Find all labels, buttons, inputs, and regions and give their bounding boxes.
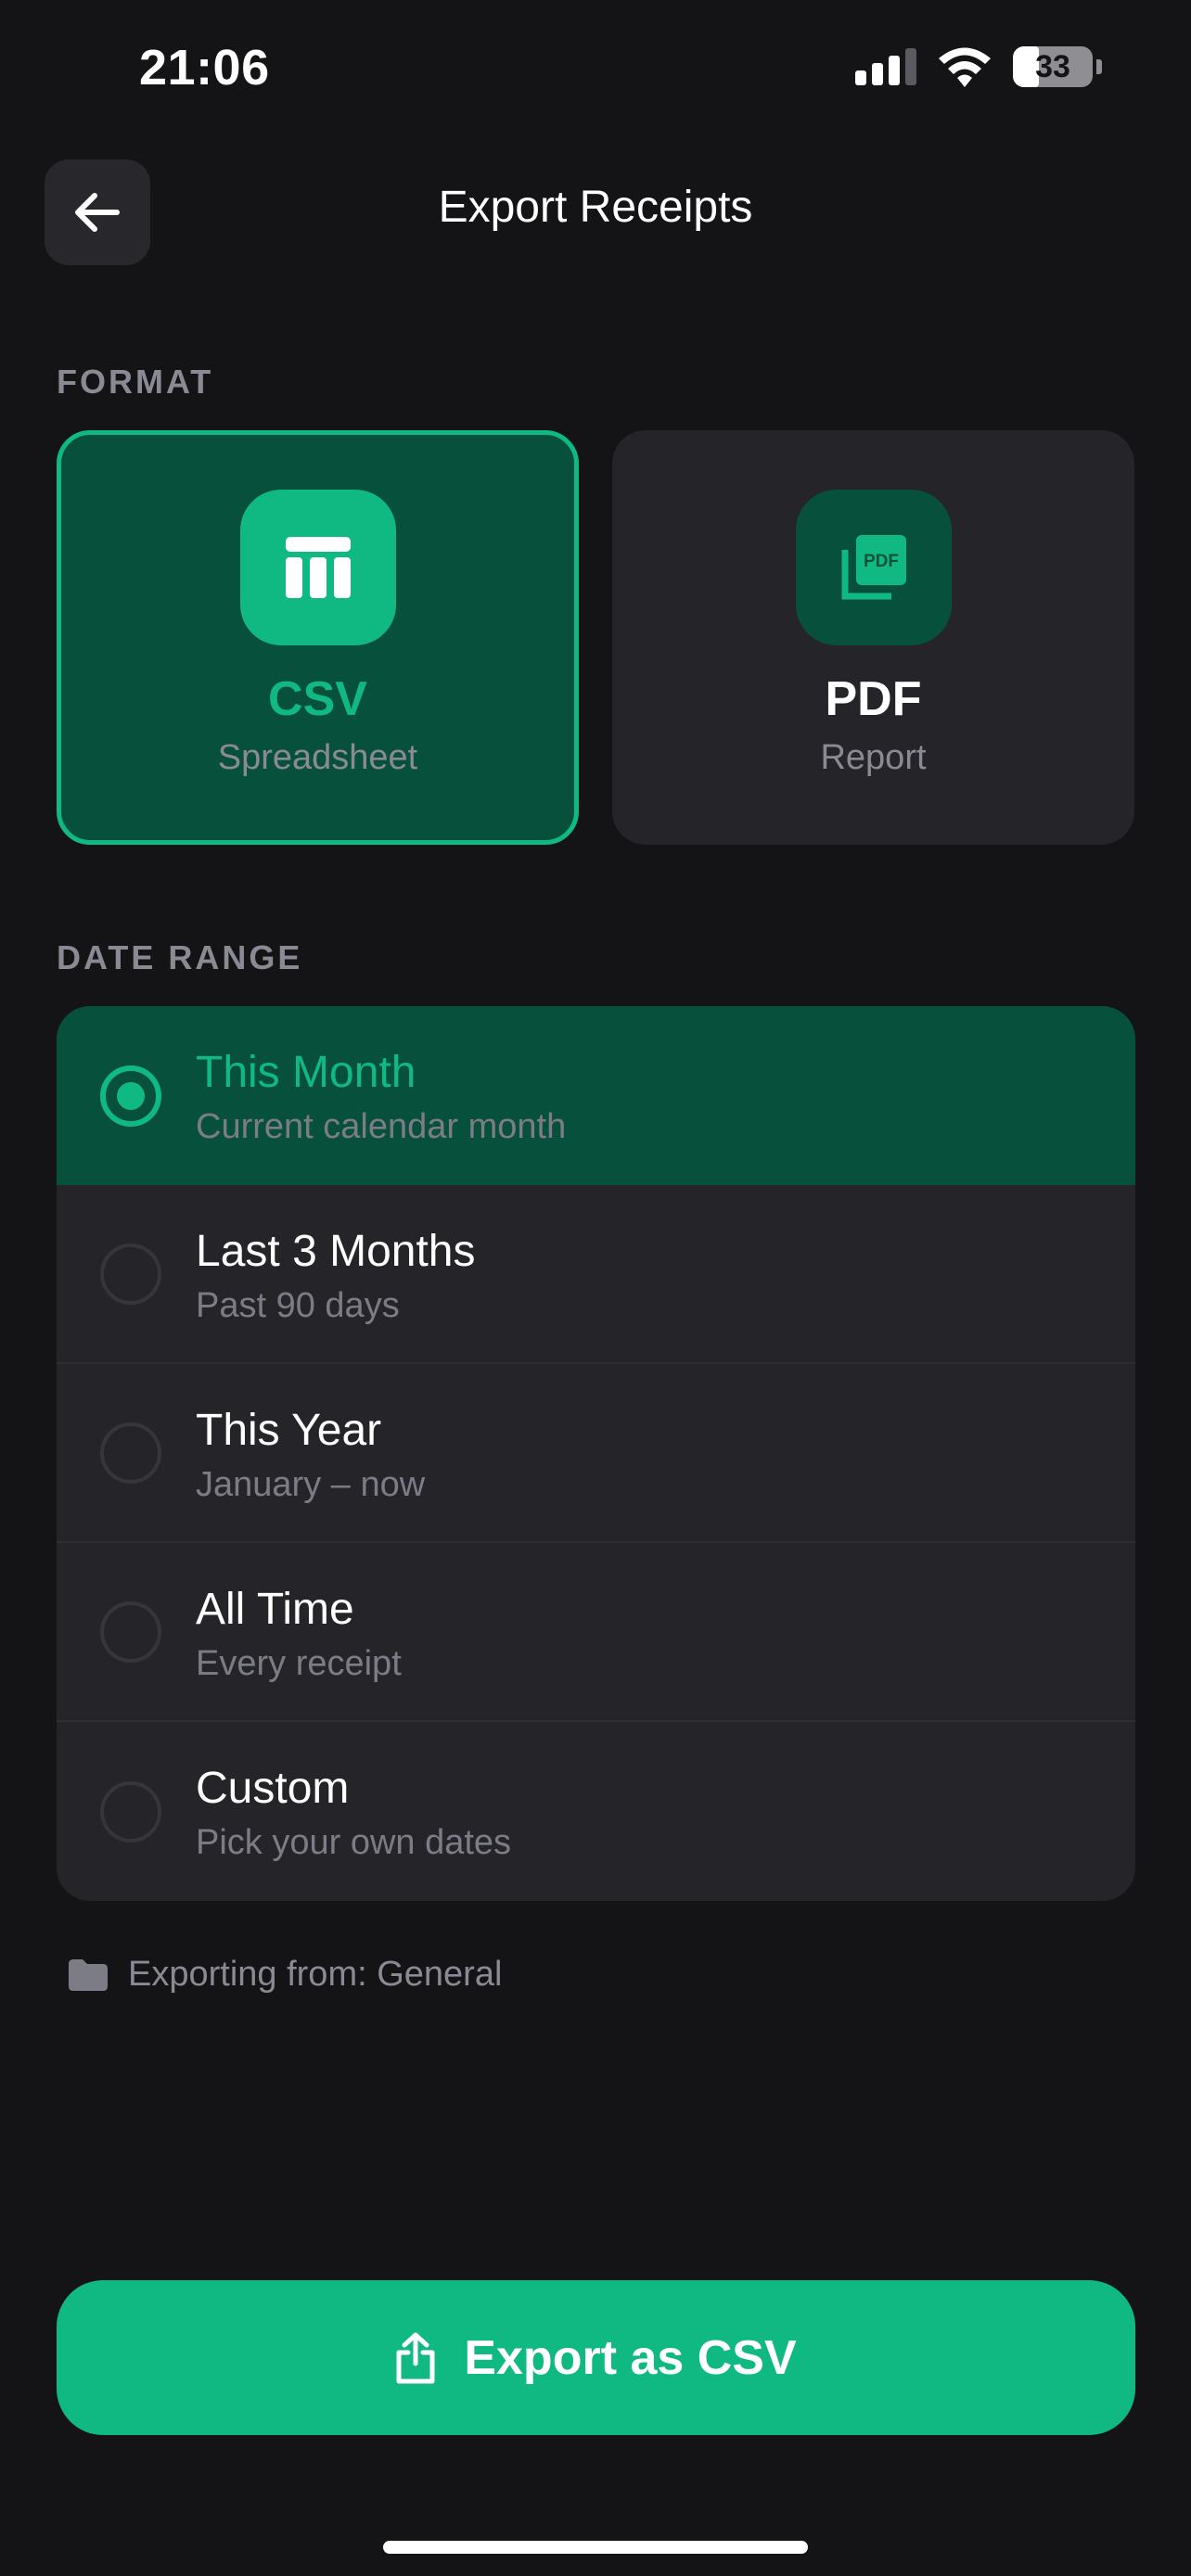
- range-description: Current calendar month: [196, 1107, 567, 1146]
- export-source-text: Exporting from: General: [128, 1955, 503, 1994]
- radio-button[interactable]: [100, 1243, 161, 1305]
- folder-icon: [69, 1958, 108, 1991]
- radio-button[interactable]: [100, 1780, 161, 1843]
- export-receipts-screen: 21:06 33 Export Receipts FORMAT CSV Spre…: [0, 0, 1191, 2576]
- radio-button[interactable]: [100, 1065, 161, 1127]
- format-description: Report: [820, 738, 927, 777]
- page-title: Export Receipts: [438, 183, 753, 232]
- svg-text:PDF: PDF: [864, 552, 899, 571]
- format-name: PDF: [825, 672, 922, 726]
- share-icon: [396, 2332, 435, 2383]
- range-option-all-time[interactable]: All Time Every receipt: [57, 1543, 1135, 1722]
- format-name: CSV: [268, 672, 367, 726]
- home-indicator[interactable]: [383, 2541, 808, 2554]
- range-option-last-3-months[interactable]: Last 3 Months Past 90 days: [57, 1185, 1135, 1364]
- range-description: Pick your own dates: [196, 1823, 512, 1862]
- format-description: Spreadsheet: [217, 738, 418, 777]
- range-option-this-month[interactable]: This Month Current calendar month: [57, 1006, 1135, 1185]
- range-option-custom[interactable]: Custom Pick your own dates: [57, 1722, 1135, 1901]
- export-button-label: Export as CSV: [464, 2330, 797, 2385]
- table-icon: [285, 537, 351, 598]
- date-range-list: This Month Current calendar month Last 3…: [57, 1006, 1135, 1901]
- range-description: Past 90 days: [196, 1286, 400, 1325]
- export-button[interactable]: Export as CSV: [57, 2280, 1135, 2435]
- range-title: This Year: [196, 1406, 382, 1455]
- battery-indicator: 33: [1013, 46, 1093, 87]
- csv-icon-tile: [239, 490, 396, 645]
- range-title: This Month: [196, 1048, 416, 1097]
- radio-button[interactable]: [100, 1422, 161, 1484]
- pdf-file-icon: PDF: [841, 535, 906, 600]
- wifi-icon: [939, 47, 991, 87]
- radio-button[interactable]: [100, 1600, 161, 1663]
- range-option-this-year[interactable]: This Year January – now: [57, 1364, 1135, 1543]
- status-time: 21:06: [139, 40, 270, 96]
- range-title: Custom: [196, 1764, 350, 1813]
- battery-level: 33: [1035, 48, 1070, 84]
- format-option-pdf[interactable]: PDF PDF Report: [612, 430, 1134, 845]
- pdf-icon-tile: PDF: [795, 490, 952, 645]
- date-range-section-label: DATE RANGE: [57, 938, 303, 976]
- cellular-signal-icon: [855, 48, 916, 85]
- export-source-note: Exporting from: General: [69, 1955, 502, 1995]
- range-title: All Time: [196, 1585, 354, 1634]
- status-icons: 33: [855, 46, 1102, 87]
- range-description: January – now: [196, 1465, 426, 1504]
- format-section-label: FORMAT: [57, 363, 214, 401]
- range-description: Every receipt: [196, 1644, 402, 1683]
- range-title: Last 3 Months: [196, 1227, 476, 1276]
- format-option-csv[interactable]: CSV Spreadsheet: [57, 430, 579, 845]
